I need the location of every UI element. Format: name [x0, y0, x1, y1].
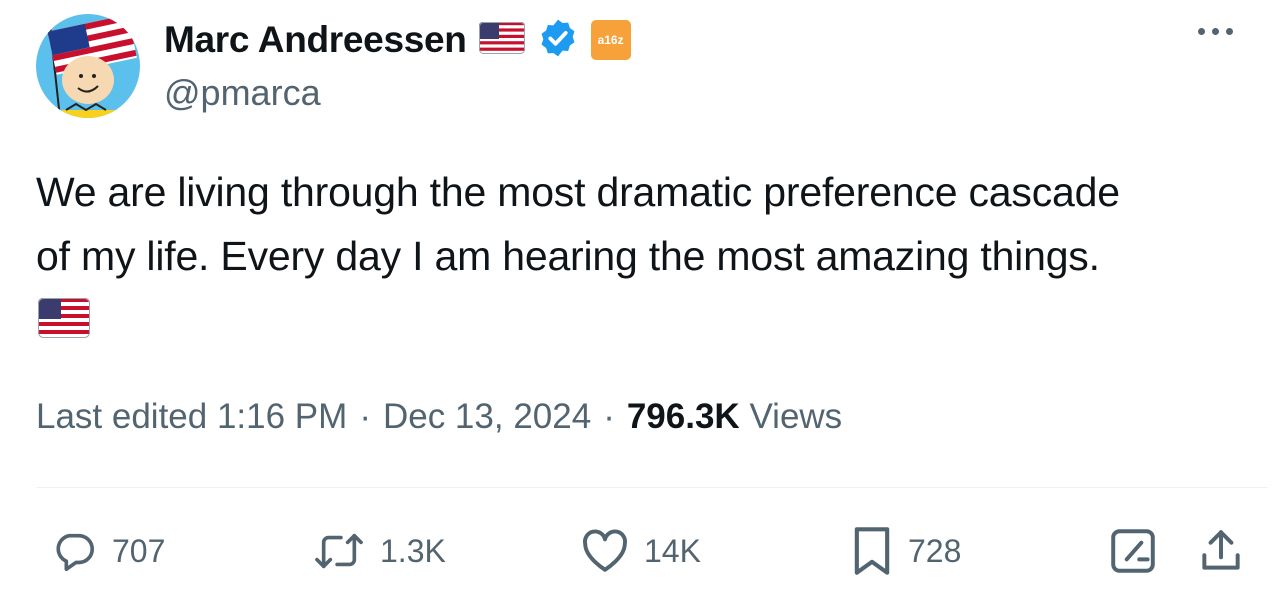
share-icon: [1196, 526, 1246, 576]
share-button[interactable]: [1196, 526, 1246, 576]
bookmark-button[interactable]: 728: [850, 526, 961, 576]
tweet-text-line: We are living through the most dramatic …: [36, 169, 1120, 215]
us-flag-icon: [38, 298, 90, 343]
repost-count: 1.3K: [380, 532, 446, 569]
like-count: 14K: [644, 532, 701, 569]
grok-button[interactable]: [1108, 526, 1158, 576]
views-count: 796.3K: [626, 397, 740, 436]
tweet-meta: Last edited 1:16 PM · Dec 13, 2024 · 796…: [36, 392, 842, 442]
bookmark-count: 728: [908, 532, 962, 569]
edited-timestamp[interactable]: Last edited 1:16 PM: [36, 397, 347, 437]
reply-icon: [50, 528, 98, 574]
reply-button[interactable]: 707: [50, 526, 165, 576]
us-flag-icon: [478, 21, 525, 59]
reply-count: 707: [112, 532, 166, 569]
like-button[interactable]: 14K: [580, 526, 701, 576]
separator: ·: [603, 397, 615, 436]
affiliate-badge[interactable]: a16z: [590, 20, 631, 60]
repost-button[interactable]: 1.3K: [312, 526, 446, 576]
author-name-row: Marc Andreessen a16z: [164, 18, 631, 62]
divider: [36, 487, 1268, 488]
tweet-text-line: of my life. Every day I am hearing the m…: [36, 233, 1100, 279]
repost-icon: [312, 528, 366, 574]
more-options-icon[interactable]: [1198, 28, 1233, 35]
author-handle[interactable]: @pmarca: [164, 72, 321, 114]
bookmark-icon: [850, 525, 894, 577]
grok-icon: [1108, 526, 1158, 576]
heart-icon: [580, 528, 630, 574]
tweet-date[interactable]: Dec 13, 2024: [383, 397, 591, 437]
views-label: Views: [749, 397, 843, 436]
views[interactable]: 796.3K Views: [627, 397, 842, 437]
author-display-name[interactable]: Marc Andreessen: [164, 19, 467, 61]
tweet-text: We are living through the most dramatic …: [36, 160, 1266, 288]
avatar[interactable]: [36, 14, 140, 118]
separator: ·: [359, 397, 371, 436]
verified-badge-icon[interactable]: [537, 17, 579, 64]
